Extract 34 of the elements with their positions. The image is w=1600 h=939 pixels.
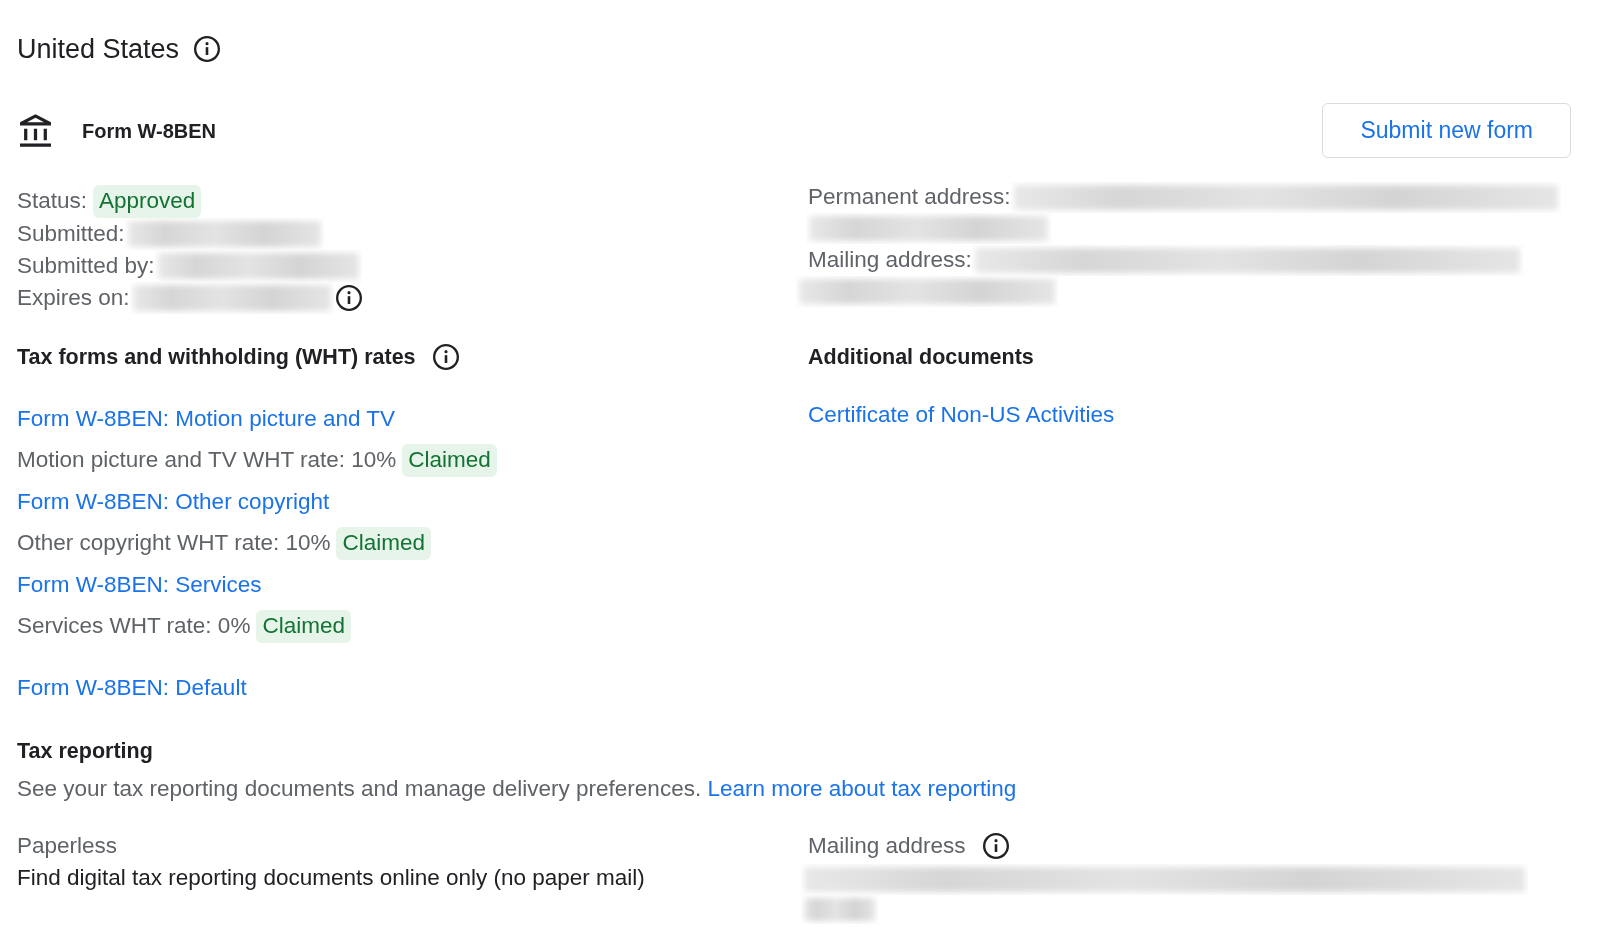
section-heading: Tax reporting [17, 738, 153, 765]
claimed-badge: Claimed [336, 526, 431, 560]
document-link[interactable]: Certificate of Non-US Activities [808, 398, 1115, 432]
rate-text: Motion picture and TV WHT rate: 10% [17, 446, 397, 475]
rate-text: Other copyright WHT rate: 10% [17, 529, 331, 558]
section-heading: Additional documents [808, 344, 1034, 371]
field-label: Submitted: [17, 220, 125, 249]
form-link[interactable]: Form W-8BEN: Motion picture and TV [17, 401, 396, 436]
field-label: Mailing address [808, 832, 966, 861]
field-label: Mailing address: [808, 246, 972, 275]
info-icon[interactable] [194, 36, 221, 62]
info-icon[interactable] [432, 344, 459, 370]
form-link[interactable]: Form W-8BEN: Default [17, 670, 247, 705]
bank-building-icon [20, 114, 51, 147]
rate-text: Services WHT rate: 0% [17, 612, 251, 641]
form-link[interactable]: Form W-8BEN: Services [17, 567, 262, 602]
form-title: Form W-8BEN [82, 118, 217, 144]
field-label: Permanent address: [808, 183, 1011, 212]
field-label: Status: [17, 187, 88, 216]
field-label: Expires on: [17, 284, 130, 313]
learn-more-link[interactable]: Learn more about tax reporting [707, 776, 1017, 801]
description-text: See your tax reporting documents and manage delivery preferences. Learn more about tax reporting [17, 775, 1017, 803]
form-link[interactable]: Form W-8BEN: Other copyright [17, 484, 330, 519]
field-label: Submitted by: [17, 252, 155, 281]
claimed-badge: Claimed [256, 609, 351, 643]
status-badge: Approved [93, 184, 202, 218]
country-title: United States [17, 33, 180, 65]
submit-new-form-button[interactable]: Submit new form [1322, 103, 1571, 158]
section-heading: Tax forms and withholding (WHT) rates [17, 343, 416, 371]
claimed-badge: Claimed [402, 443, 497, 477]
info-icon[interactable] [335, 285, 362, 311]
field-label: Paperless [17, 832, 118, 860]
field-value: Find digital tax reporting documents online only (no paper mail) [17, 864, 645, 892]
info-icon[interactable] [982, 833, 1009, 859]
